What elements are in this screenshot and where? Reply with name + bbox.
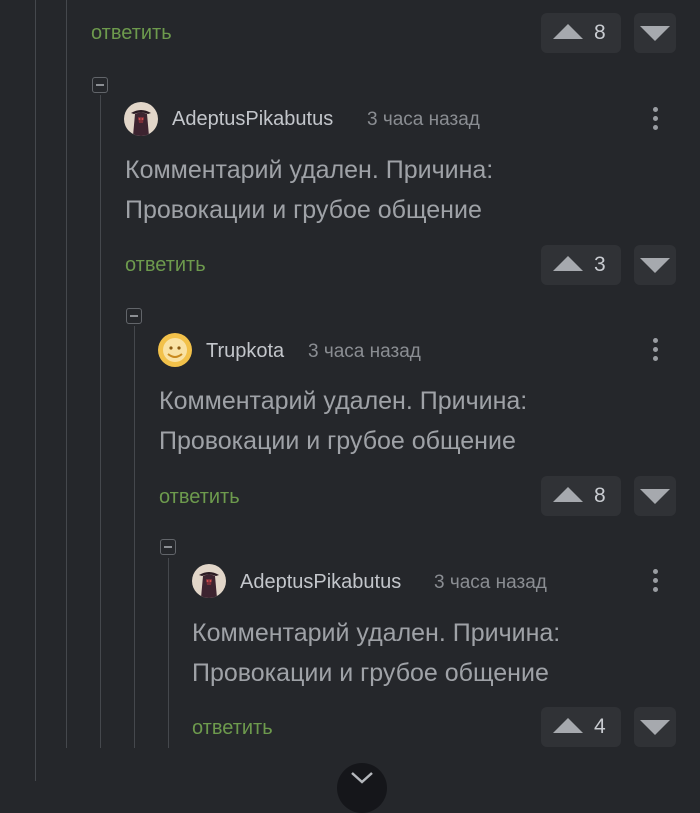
triangle-up-icon xyxy=(553,24,583,39)
rating-count: 4 xyxy=(594,715,606,738)
thread-line-level-3 xyxy=(134,326,135,748)
upvote-button[interactable]: 3 xyxy=(541,245,621,285)
reply-link[interactable]: ответить xyxy=(91,22,172,45)
yellow-face-icon xyxy=(158,333,192,367)
triangle-down-icon xyxy=(640,26,670,41)
hooded-figure-avatar[interactable] xyxy=(192,564,226,598)
comment-author[interactable]: AdeptusPikabutus xyxy=(240,571,401,594)
collapse-thread-button[interactable] xyxy=(126,308,142,324)
vertical-dots-icon xyxy=(653,107,658,112)
downvote-button[interactable] xyxy=(634,707,676,747)
downvote-button[interactable] xyxy=(634,13,676,53)
more-options-button[interactable] xyxy=(643,102,667,136)
triangle-down-icon xyxy=(640,258,670,273)
comment-text: Комментарий удален. Причина: Провокации … xyxy=(159,381,527,461)
downvote-button[interactable] xyxy=(634,245,676,285)
reply-link[interactable]: ответить xyxy=(125,254,206,277)
scroll-down-button[interactable] xyxy=(337,763,387,813)
upvote-button[interactable]: 8 xyxy=(541,476,621,516)
triangle-up-icon xyxy=(553,256,583,271)
thread-line-level-2 xyxy=(100,95,101,748)
rating-count: 3 xyxy=(594,253,606,276)
comment-text-line: Провокации и грубое общение xyxy=(192,659,549,687)
rating-count: 8 xyxy=(594,21,606,44)
thread-line-level-4 xyxy=(168,558,169,748)
triangle-down-icon xyxy=(640,720,670,735)
reply-link[interactable]: ответить xyxy=(159,486,240,509)
downvote-button[interactable] xyxy=(634,476,676,516)
more-options-button[interactable] xyxy=(643,564,667,598)
triangle-up-icon xyxy=(553,718,583,733)
vertical-dots-icon xyxy=(653,338,658,343)
rating-count: 8 xyxy=(594,484,606,507)
upvote-button[interactable]: 8 xyxy=(541,13,621,53)
comment-text-line: Комментарий удален. Причина: xyxy=(159,387,528,415)
comment-text-line: Провокации и грубое общение xyxy=(159,427,516,455)
comment-text: Комментарий удален. Причина: Провокации … xyxy=(125,150,493,230)
comment-time: 3 часа назад xyxy=(434,572,547,593)
collapse-thread-button[interactable] xyxy=(92,77,108,93)
hooded-figure-avatar[interactable] xyxy=(124,102,158,136)
triangle-up-icon xyxy=(553,487,583,502)
reply-link[interactable]: ответить xyxy=(192,717,273,740)
triangle-down-icon xyxy=(640,489,670,504)
hooded-figure-icon xyxy=(192,564,226,598)
comment-time: 3 часа назад xyxy=(367,109,480,130)
comment-author[interactable]: Trupkota xyxy=(206,340,284,363)
comment-text-line: Комментарий удален. Причина: xyxy=(125,156,494,184)
comment-author[interactable]: AdeptusPikabutus xyxy=(172,108,333,131)
thread-line-level-1 xyxy=(66,0,67,748)
comment-text-line: Провокации и грубое общение xyxy=(125,196,482,224)
yellow-face-avatar[interactable] xyxy=(158,333,192,367)
more-options-button[interactable] xyxy=(643,333,667,367)
comment-time: 3 часа назад xyxy=(308,341,421,362)
comment-text-line: Комментарий удален. Причина: xyxy=(192,619,561,647)
upvote-button[interactable]: 4 xyxy=(541,707,621,747)
thread-line-level-0 xyxy=(35,0,36,781)
chevron-down-icon xyxy=(351,772,373,784)
collapse-thread-button[interactable] xyxy=(160,539,176,555)
hooded-figure-icon xyxy=(124,102,158,136)
vertical-dots-icon xyxy=(653,569,658,574)
comment-text: Комментарий удален. Причина: Провокации … xyxy=(192,613,560,693)
